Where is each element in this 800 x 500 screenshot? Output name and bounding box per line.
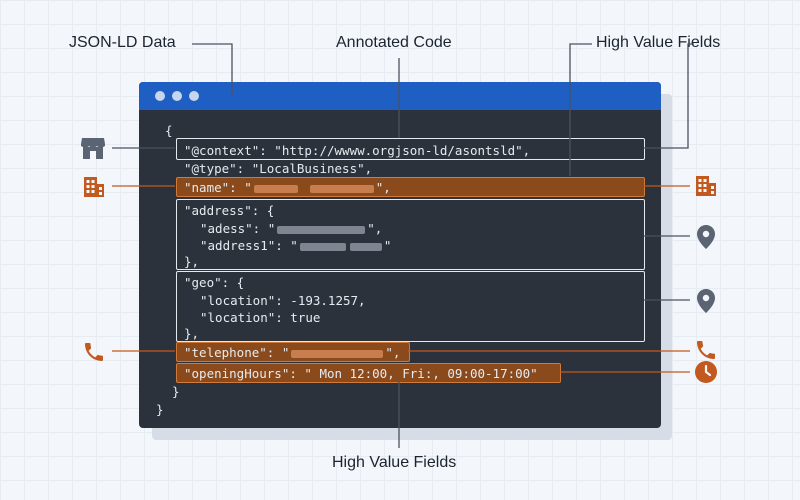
- leader-lines: [112, 43, 694, 448]
- phone-icon: [697, 341, 715, 359]
- phone-icon: [85, 343, 103, 361]
- clock-icon: [695, 361, 717, 383]
- leader-high-value-top-a: [569, 43, 592, 176]
- location-pin-icon: [697, 289, 715, 313]
- leader-jsonld: [192, 43, 233, 96]
- building-icon: [84, 177, 104, 197]
- building-icon: [696, 176, 716, 196]
- location-pin-icon: [697, 225, 715, 249]
- leader-high-value-top-b: [644, 43, 694, 149]
- store-icon: [81, 138, 105, 159]
